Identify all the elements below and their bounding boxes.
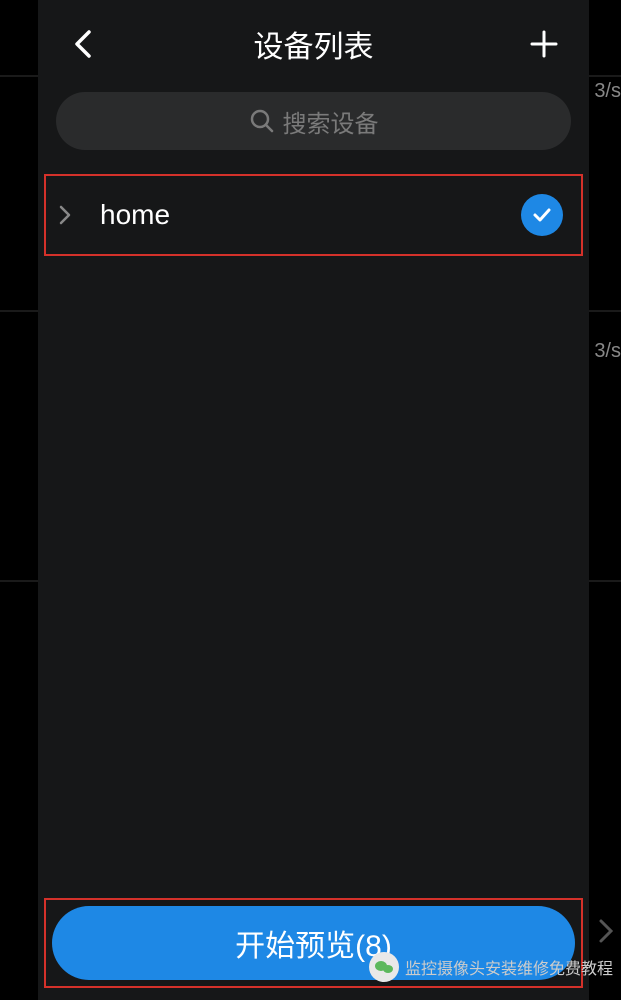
search-icon xyxy=(249,108,275,134)
bg-rate-text: 3/s xyxy=(594,340,621,363)
device-list: home xyxy=(38,162,589,890)
bg-chevron-icon xyxy=(597,917,615,950)
device-name: home xyxy=(100,199,521,231)
back-button[interactable] xyxy=(68,29,98,59)
wechat-icon xyxy=(369,952,399,982)
search-input[interactable]: 搜索设备 xyxy=(56,92,571,150)
plus-icon xyxy=(529,29,559,59)
chevron-left-icon xyxy=(73,28,93,60)
page-title: 设备列表 xyxy=(254,22,374,66)
bg-rate-text: 3/s xyxy=(594,80,621,103)
search-placeholder: 搜索设备 xyxy=(283,104,379,139)
add-button[interactable] xyxy=(529,29,559,59)
panel-header: 设备列表 xyxy=(38,0,589,84)
watermark-text: 监控摄像头安装维修免费教程 xyxy=(405,955,613,979)
watermark: 监控摄像头安装维修免费教程 xyxy=(369,952,613,982)
chevron-right-icon xyxy=(58,204,76,226)
bottom-bar: 开始预览(8) xyxy=(38,890,589,1000)
check-icon xyxy=(530,203,554,227)
device-item-home[interactable]: home xyxy=(44,174,583,256)
selected-badge xyxy=(521,194,563,236)
device-list-panel: 设备列表 搜索设备 home xyxy=(38,0,589,1000)
